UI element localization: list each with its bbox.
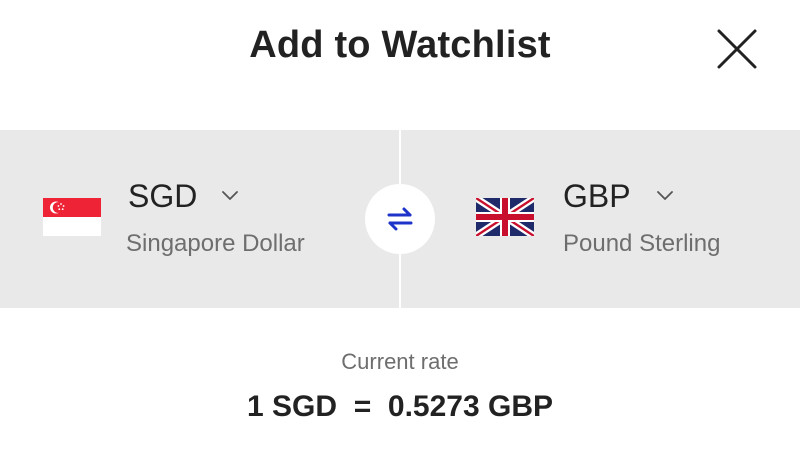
from-currency-name: Singapore Dollar bbox=[126, 230, 305, 257]
current-rate-value: 1 SGD = 0.5273 GBP bbox=[247, 390, 553, 423]
from-currency-code: SGD bbox=[128, 178, 198, 214]
uk-flag-icon bbox=[476, 198, 534, 236]
swap-currencies-button[interactable] bbox=[365, 184, 435, 254]
chevron-down-icon bbox=[222, 191, 238, 200]
to-currency-selector[interactable]: GBP Pound Sterling bbox=[402, 130, 798, 308]
from-currency-selector[interactable]: SGD Singapore Dollar bbox=[0, 130, 396, 308]
swap-arrows-icon bbox=[387, 207, 413, 231]
singapore-flag-icon bbox=[43, 198, 101, 236]
close-icon bbox=[717, 29, 757, 69]
currency-pair-panel: SGD Singapore Dollar GBP Pound Sterling bbox=[0, 130, 800, 308]
to-currency-name: Pound Sterling bbox=[563, 230, 721, 257]
to-currency-code: GBP bbox=[563, 178, 631, 214]
dialog-header: Add to Watchlist bbox=[0, 0, 800, 100]
dialog-title: Add to Watchlist bbox=[249, 24, 551, 66]
chevron-down-icon bbox=[657, 191, 673, 200]
current-rate-label: Current rate bbox=[341, 349, 459, 374]
close-button[interactable] bbox=[714, 26, 760, 72]
